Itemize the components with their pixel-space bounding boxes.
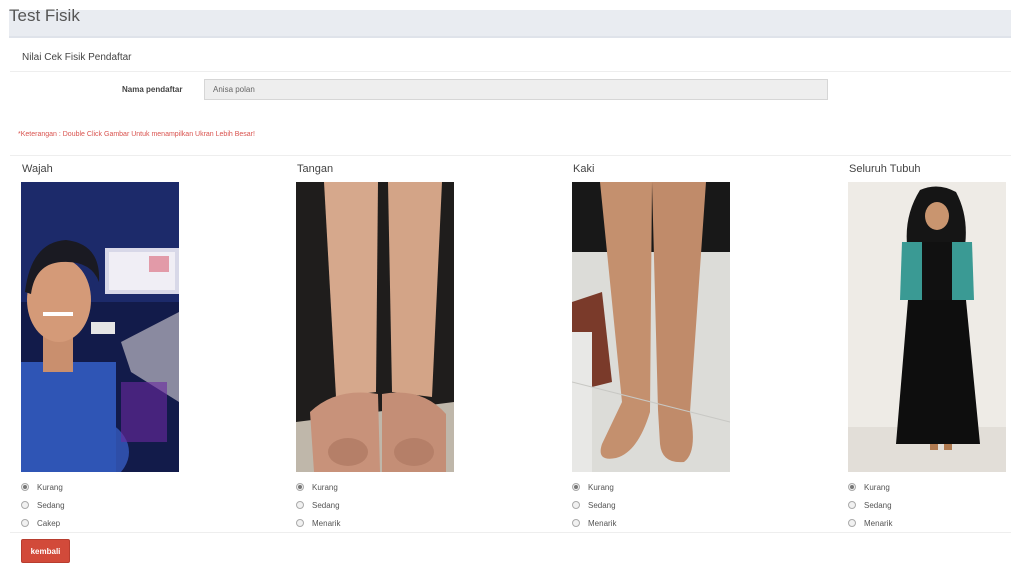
column-title: Wajah: [22, 163, 53, 175]
radio-selected-icon[interactable]: [572, 483, 580, 491]
option-menarik[interactable]: Menarik: [848, 514, 892, 532]
page-title: Test Fisik: [9, 6, 80, 25]
option-sedang[interactable]: Sedang: [296, 496, 340, 514]
note-text: *Keterangan : Double Click Gambar Untuk …: [18, 131, 255, 138]
column-tangan: Tangan Kurang Sedang Menarik: [296, 163, 456, 528]
column-seluruh-tubuh: Seluruh Tubuh Kurang Sedang Menarik: [848, 163, 1008, 528]
rating-options: Kurang Sedang Cakep: [21, 478, 65, 532]
section-title: Nilai Cek Fisik Pendaftar: [22, 52, 132, 63]
radio-selected-icon[interactable]: [848, 483, 856, 491]
option-sedang[interactable]: Sedang: [572, 496, 616, 514]
name-field[interactable]: [204, 79, 828, 100]
radio-icon[interactable]: [848, 501, 856, 509]
rating-options: Kurang Sedang Menarik: [848, 478, 892, 532]
photo-kaki[interactable]: [572, 182, 730, 472]
option-kurang[interactable]: Kurang: [572, 478, 616, 496]
rating-options: Kurang Sedang Menarik: [296, 478, 340, 532]
divider: [10, 71, 1011, 72]
radio-selected-icon[interactable]: [296, 483, 304, 491]
column-title: Tangan: [297, 163, 334, 175]
option-kurang[interactable]: Kurang: [848, 478, 892, 496]
divider: [10, 155, 1011, 156]
radio-selected-icon[interactable]: [21, 483, 29, 491]
column-title: Kaki: [573, 163, 595, 175]
photo-seluruh-tubuh[interactable]: [848, 182, 1006, 472]
back-button[interactable]: kembali: [21, 539, 70, 563]
option-sedang[interactable]: Sedang: [848, 496, 892, 514]
photo-wajah[interactable]: [21, 182, 179, 472]
radio-icon[interactable]: [848, 519, 856, 527]
rating-options: Kurang Sedang Menarik: [572, 478, 616, 532]
divider: [10, 532, 1011, 533]
column-kaki: Kaki Kurang Sedang Menarik: [572, 163, 732, 528]
option-menarik[interactable]: Menarik: [296, 514, 340, 532]
option-menarik[interactable]: Menarik: [572, 514, 616, 532]
option-cakep[interactable]: Cakep: [21, 514, 65, 532]
option-kurang[interactable]: Kurang: [296, 478, 340, 496]
column-title: Seluruh Tubuh: [849, 163, 921, 175]
option-kurang[interactable]: Kurang: [21, 478, 65, 496]
radio-icon[interactable]: [21, 501, 29, 509]
radio-icon[interactable]: [296, 519, 304, 527]
name-label: Nama pendaftar: [122, 85, 183, 94]
column-wajah: Wajah Kurang Sedang Cakep: [21, 163, 181, 528]
option-sedang[interactable]: Sedang: [21, 496, 65, 514]
radio-icon[interactable]: [572, 519, 580, 527]
page-header: Test Fisik: [9, 6, 1011, 38]
radio-icon[interactable]: [21, 519, 29, 527]
photo-tangan[interactable]: [296, 182, 454, 472]
radio-icon[interactable]: [572, 501, 580, 509]
radio-icon[interactable]: [296, 501, 304, 509]
